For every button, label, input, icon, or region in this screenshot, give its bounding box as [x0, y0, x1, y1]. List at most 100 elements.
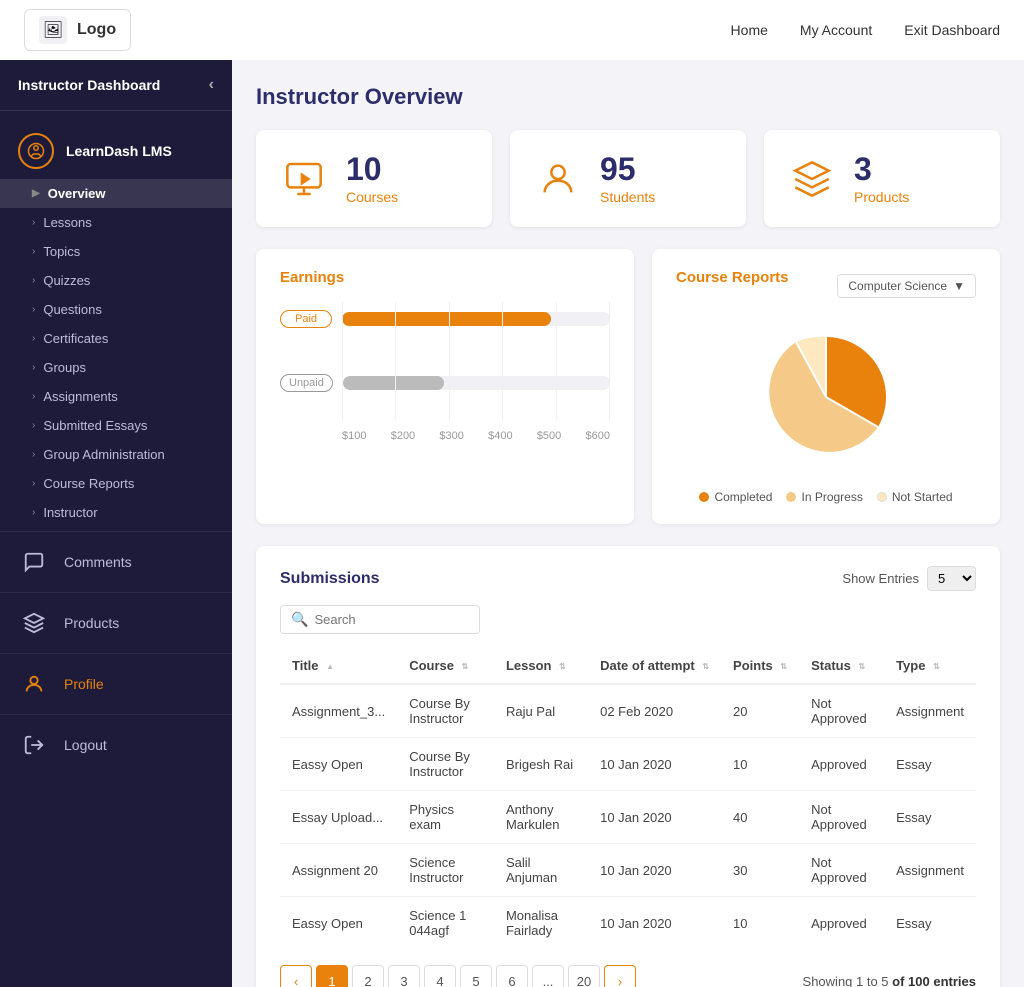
cell-status-4: Approved — [799, 897, 884, 950]
page-title: Instructor Overview — [256, 84, 1000, 110]
cell-title-3: Assignment 20 — [280, 844, 397, 897]
course-select-dropdown[interactable]: Computer Science ▼ — [837, 274, 976, 298]
pagination-info: Showing 1 to 5 of 100 entries — [803, 974, 976, 987]
paid-bar-fill — [342, 312, 551, 326]
table-row: Assignment 20 Science Instructor Salil A… — [280, 844, 976, 897]
cell-title-1: Eassy Open — [280, 738, 397, 791]
sort-date-icon[interactable]: ⇅ — [702, 663, 709, 671]
sidebar-nav-logout[interactable]: Logout — [0, 714, 232, 775]
sidebar-item-questions[interactable]: › Questions — [0, 295, 232, 324]
sidebar-item-assignments[interactable]: › Assignments — [0, 382, 232, 411]
page-btn-5[interactable]: 5 — [460, 965, 492, 987]
entries-select[interactable]: 5 10 25 — [927, 566, 976, 591]
page-btn-20[interactable]: 20 — [568, 965, 600, 987]
logo-area[interactable]: 🖼 Logo — [24, 9, 131, 51]
charts-row: Earnings Paid — [256, 249, 1000, 524]
sort-points-icon[interactable]: ⇅ — [780, 663, 787, 671]
submissions-table: Title ▲ Course ⇅ Lesson ⇅ Date of atte — [280, 648, 976, 949]
sidebar-collapse-button[interactable]: ‹ — [209, 76, 214, 94]
sort-lesson-icon[interactable]: ⇅ — [559, 663, 566, 671]
sort-status-icon[interactable]: ⇅ — [858, 663, 865, 671]
brand-name: LearnDash LMS — [66, 143, 172, 159]
search-box: 🔍 — [280, 605, 480, 634]
table-body: Assignment_3... Course By Instructor Raj… — [280, 684, 976, 949]
x-label-1: $200 — [391, 430, 415, 442]
cell-type-2: Essay — [884, 791, 976, 844]
sidebar-nav-comments[interactable]: Comments — [0, 531, 232, 592]
submissions-title: Submissions — [280, 570, 380, 588]
sort-title-icon[interactable]: ▲ — [326, 663, 334, 671]
search-input[interactable] — [314, 612, 469, 627]
logo-icon: 🖼 — [39, 16, 67, 44]
students-icon — [534, 155, 582, 203]
paid-bar-track — [342, 312, 610, 326]
th-course: Course ⇅ — [397, 648, 494, 684]
courses-icon — [280, 155, 328, 203]
page-btn-6[interactable]: 6 — [496, 965, 528, 987]
comments-icon — [18, 546, 50, 578]
page-btn-3[interactable]: 3 — [388, 965, 420, 987]
table-row: Essay Upload... Physics exam Anthony Mar… — [280, 791, 976, 844]
products-label: Products — [854, 189, 909, 205]
paid-bar-row: Paid — [280, 310, 610, 328]
nav-home[interactable]: Home — [731, 22, 768, 38]
page-btn-1[interactable]: 1 — [316, 965, 348, 987]
nav-my-account[interactable]: My Account — [800, 22, 872, 38]
sidebar-title: Instructor Dashboard — [18, 77, 160, 93]
cell-title-2: Essay Upload... — [280, 791, 397, 844]
cell-points-3: 30 — [721, 844, 799, 897]
cell-lesson-3: Salil Anjuman — [494, 844, 588, 897]
cell-status-3: Not Approved — [799, 844, 884, 897]
sidebar-item-group-admin[interactable]: › Group Administration — [0, 440, 232, 469]
sidebar-item-quizzes[interactable]: › Quizzes — [0, 266, 232, 295]
th-status: Status ⇅ — [799, 648, 884, 684]
earnings-chart: Paid Unpaid — [280, 302, 610, 450]
show-entries-label: Show Entries — [842, 571, 919, 586]
sidebar-item-certificates[interactable]: › Certificates — [0, 324, 232, 353]
next-page-button[interactable]: › — [604, 965, 636, 987]
page-btn-2[interactable]: 2 — [352, 965, 384, 987]
sidebar-brand: LearnDash LMS — [0, 123, 232, 179]
cell-lesson-2: Anthony Markulen — [494, 791, 588, 844]
top-navigation: 🖼 Logo Home My Account Exit Dashboard — [0, 0, 1024, 60]
chevron-icon: › — [32, 304, 35, 315]
unpaid-label: Unpaid — [280, 374, 333, 392]
search-icon: 🔍 — [291, 611, 308, 628]
table-row: Eassy Open Science 1 044agf Monalisa Fai… — [280, 897, 976, 950]
prev-page-button[interactable]: ‹ — [280, 965, 312, 987]
paid-label: Paid — [280, 310, 332, 328]
sidebar-item-course-reports[interactable]: › Course Reports — [0, 469, 232, 498]
cell-lesson-1: Brigesh Rai — [494, 738, 588, 791]
earnings-title: Earnings — [280, 269, 610, 286]
sort-course-icon[interactable]: ⇅ — [462, 663, 469, 671]
page-btn-4[interactable]: 4 — [424, 965, 456, 987]
nav-exit-dashboard[interactable]: Exit Dashboard — [904, 22, 1000, 38]
table-header: Title ▲ Course ⇅ Lesson ⇅ Date of atte — [280, 648, 976, 684]
sidebar-item-lessons[interactable]: › Lessons — [0, 208, 232, 237]
chevron-icon: › — [32, 391, 35, 402]
cell-status-0: Not Approved — [799, 684, 884, 738]
sort-type-icon[interactable]: ⇅ — [933, 663, 940, 671]
table-row: Assignment_3... Course By Instructor Raj… — [280, 684, 976, 738]
x-label-3: $400 — [488, 430, 512, 442]
legend-in-progress: In Progress — [786, 490, 862, 504]
sidebar-nav-profile[interactable]: Profile — [0, 653, 232, 714]
students-stat-info: 95 Students — [600, 152, 655, 205]
cell-course-2: Physics exam — [397, 791, 494, 844]
sidebar-nav-products[interactable]: Products — [0, 592, 232, 653]
courses-label: Courses — [346, 189, 398, 205]
dropdown-arrow-icon: ▼ — [953, 279, 965, 293]
chevron-icon: ▶ — [32, 188, 40, 199]
sidebar-item-submitted-essays[interactable]: › Submitted Essays — [0, 411, 232, 440]
chevron-icon: › — [32, 333, 35, 344]
legend-completed: Completed — [699, 490, 772, 504]
sidebar-item-overview[interactable]: ▶ Overview — [0, 179, 232, 208]
unpaid-bar-fill — [343, 376, 445, 390]
sidebar-item-instructor[interactable]: › Instructor — [0, 498, 232, 527]
th-points: Points ⇅ — [721, 648, 799, 684]
chevron-icon: › — [32, 217, 35, 228]
sidebar-item-topics[interactable]: › Topics — [0, 237, 232, 266]
cell-lesson-0: Raju Pal — [494, 684, 588, 738]
sidebar-item-groups[interactable]: › Groups — [0, 353, 232, 382]
chevron-icon: › — [32, 420, 35, 431]
